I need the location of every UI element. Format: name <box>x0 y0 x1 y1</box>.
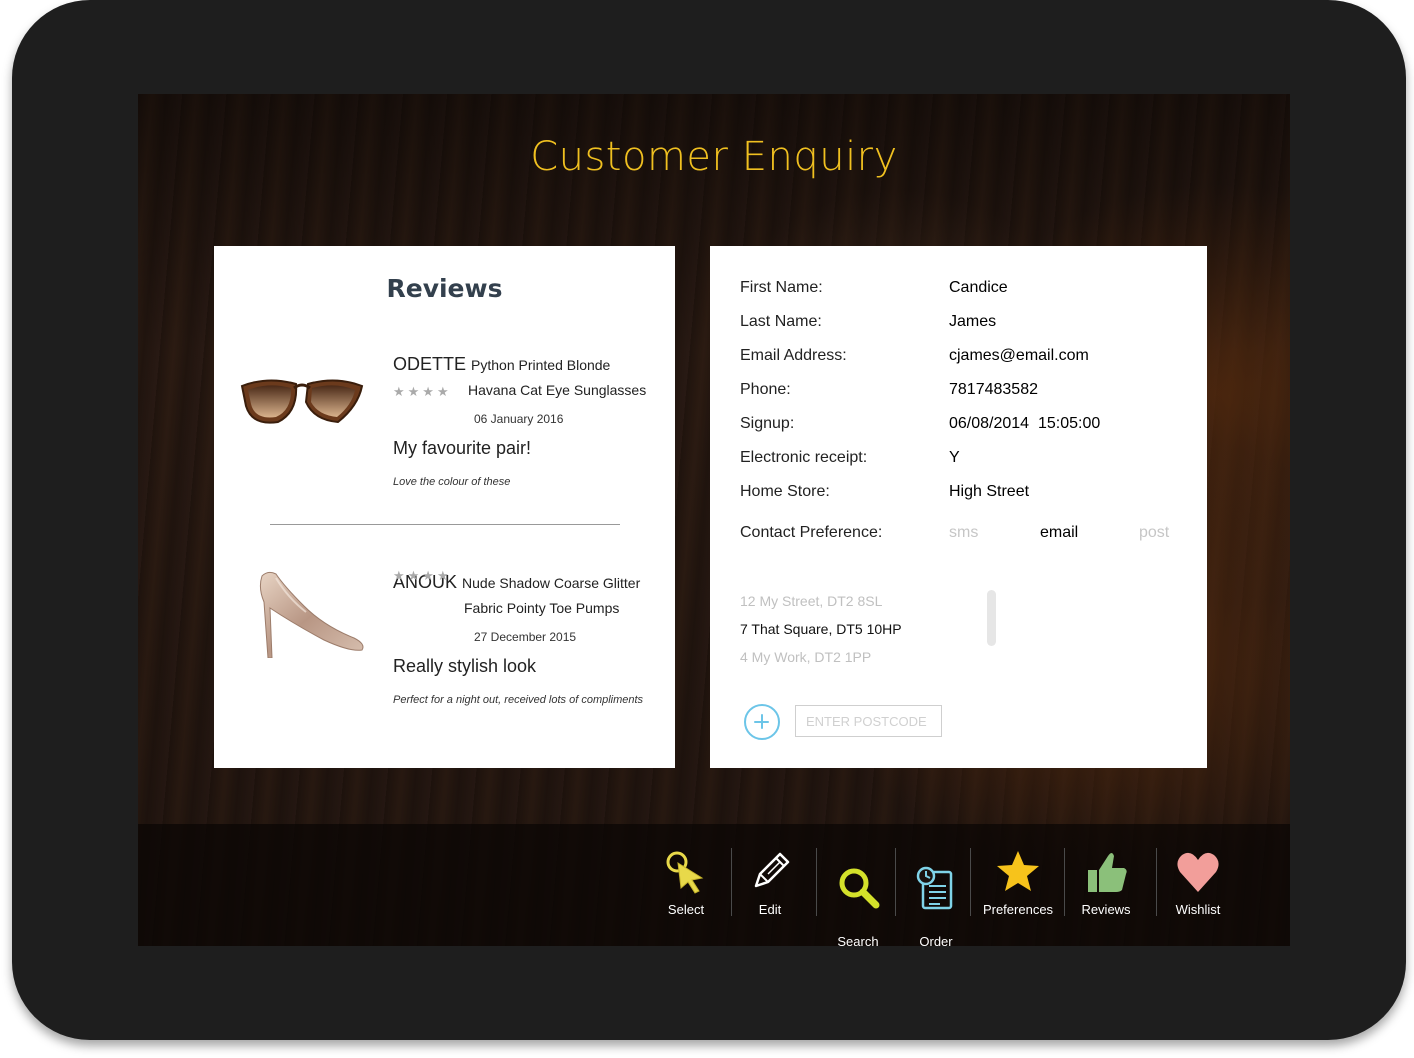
field-signup: Signup: 06/08/2014 15:05:00 <box>740 415 1200 437</box>
field-contact-preference: Contact Preference: sms email post <box>740 524 1200 546</box>
order-history-icon <box>916 866 953 910</box>
heart-icon <box>1177 852 1219 892</box>
field-value[interactable]: High Street <box>949 483 1029 501</box>
add-address-button[interactable] <box>744 704 780 740</box>
product-description: Python Printed Blonde <box>471 357 611 373</box>
pref-option-email[interactable]: email <box>1040 524 1078 542</box>
field-phone: Phone: 7817483582 <box>740 381 1200 403</box>
select-button[interactable]: Select <box>656 848 716 918</box>
toolbar-divider <box>970 848 971 916</box>
toolbar-label: Order History <box>919 934 953 946</box>
field-label: Electronic receipt: <box>740 449 868 466</box>
toolbar-label: Search Again <box>837 934 879 946</box>
thumbs-up-icon <box>1088 853 1127 892</box>
field-label: Email Address: <box>740 347 847 364</box>
product-brand: ODETTE <box>393 354 467 374</box>
toolbar-divider <box>1064 848 1065 916</box>
field-value[interactable]: Candice <box>949 279 1008 297</box>
field-label: Last Name: <box>740 313 822 330</box>
field-label: Phone: <box>740 381 791 398</box>
order-history-button[interactable]: Order History <box>908 848 964 946</box>
product-description: Nude Shadow Coarse Glitter <box>462 575 641 591</box>
address-list-scrollbar[interactable] <box>987 590 996 646</box>
field-last-name: Last Name: James <box>740 313 1200 335</box>
review-divider <box>270 524 620 525</box>
field-electronic-receipt: Electronic receipt: Y <box>740 449 1200 471</box>
toolbar-divider <box>1156 848 1157 916</box>
address-option[interactable]: 4 My Work, DT2 1PP <box>740 649 871 665</box>
toolbar-divider <box>895 848 896 916</box>
field-value[interactable]: cjames@email.com <box>949 347 1089 365</box>
review-headline: My favourite pair! <box>393 438 532 458</box>
toolbar-label: Edit <box>758 902 782 917</box>
product-description-line2: Havana Cat Eye Sunglasses <box>468 382 647 398</box>
toolbar-divider <box>731 848 732 916</box>
review-headline: Really stylish look <box>393 656 537 676</box>
pref-option-sms[interactable]: sms <box>949 524 978 542</box>
toolbar-label: Reviews <box>1081 902 1131 917</box>
search-icon <box>839 868 880 909</box>
field-home-store: Home Store: High Street <box>740 483 1200 505</box>
address-option[interactable]: 12 My Street, DT2 8SL <box>740 593 882 609</box>
toolbar-label: Select <box>667 902 705 917</box>
toolbar-divider <box>816 848 817 916</box>
field-first-name: First Name: Candice <box>740 279 1200 301</box>
page-title: Customer Enquiry <box>530 134 898 180</box>
toolbar-label: Preferences <box>982 902 1054 917</box>
field-label: Signup: <box>740 415 795 432</box>
postcode-input[interactable] <box>795 705 942 737</box>
field-label: First Name: <box>740 279 823 296</box>
app-screen: Customer Enquiry Reviews ODETTE Python P… <box>138 94 1290 946</box>
rating-stars: ★★★★ <box>393 384 452 399</box>
wishlist-button[interactable]: Wishlist <box>1168 848 1228 918</box>
cursor-icon <box>666 851 704 894</box>
field-value: 06/08/2014 15:05:00 <box>949 415 1101 432</box>
pencil-icon <box>754 852 790 888</box>
field-value[interactable]: James <box>949 313 996 331</box>
field-label: Contact Preference: <box>740 524 883 541</box>
reviews-button[interactable]: Reviews <box>1076 848 1136 918</box>
preferences-button[interactable]: Preferences <box>980 848 1056 918</box>
pref-option-post[interactable]: post <box>1139 524 1169 542</box>
field-value[interactable]: Y <box>949 449 960 467</box>
edit-button[interactable]: Edit <box>744 848 796 918</box>
review-date: 27 December 2015 <box>474 630 577 644</box>
reviews-panel: Reviews ODETTE Python Printed Blonde ★★★… <box>214 246 675 768</box>
customer-details-panel: First Name: Candice Last Name: James Ema… <box>710 246 1207 768</box>
search-again-button[interactable]: Search Again <box>828 848 888 946</box>
product-name: ODETTE Python Printed Blonde <box>393 354 610 375</box>
review-date: 06 January 2016 <box>474 412 564 426</box>
toolbar-label: Wishlist <box>1175 902 1221 917</box>
star-icon <box>997 851 1039 891</box>
field-value[interactable]: 7817483582 <box>949 381 1038 399</box>
review-comment: Love the colour of these <box>393 476 511 488</box>
reviews-title: Reviews <box>386 274 503 303</box>
address-option-selected[interactable]: 7 That Square, DT5 10HP <box>740 621 902 637</box>
rating-stars: ★★★★ <box>393 568 452 583</box>
review-comment: Perfect for a night out, received lots o… <box>393 694 644 706</box>
product-description-line2: Fabric Pointy Toe Pumps <box>464 600 620 616</box>
action-toolbar: Select Edit Search Again <box>138 824 1290 946</box>
field-label: Home Store: <box>740 483 830 500</box>
field-email: Email Address: cjames@email.com <box>740 347 1200 369</box>
sunglasses-icon <box>240 379 364 424</box>
shoe-icon <box>259 571 364 658</box>
